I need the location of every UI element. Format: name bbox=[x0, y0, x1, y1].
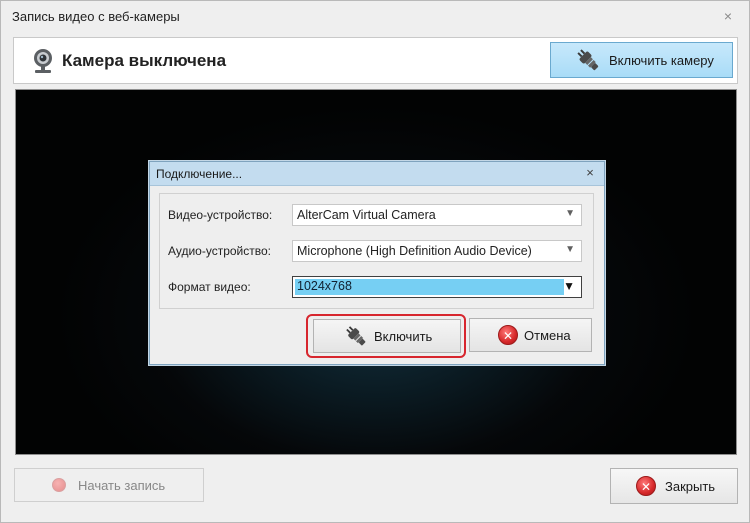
webcam-recording-window: Запись видео с веб-камеры × Камера выклю… bbox=[0, 0, 750, 523]
device-settings-panel: Видео-устройство: AlterCam Virtual Camer… bbox=[159, 193, 594, 309]
dialog-title: Подключение... bbox=[156, 167, 243, 181]
start-recording-button[interactable]: Начать запись bbox=[14, 468, 204, 502]
enable-camera-label: Включить камеру bbox=[609, 52, 714, 68]
camera-status-panel: Камера выключена Включить камеру bbox=[13, 37, 738, 84]
video-format-select[interactable]: 1024x768 ▼ bbox=[292, 276, 582, 298]
close-button-label: Закрыть bbox=[665, 478, 716, 494]
webcam-icon bbox=[34, 49, 52, 73]
video-device-value: AlterCam Virtual Camera bbox=[297, 208, 436, 222]
dropdown-arrow-icon[interactable]: ▼ bbox=[565, 208, 575, 219]
video-format-label: Формат видео: bbox=[168, 280, 251, 294]
plug-icon bbox=[577, 49, 599, 71]
video-device-label: Видео-устройство: bbox=[168, 208, 273, 222]
video-format-value: 1024x768 bbox=[297, 279, 352, 293]
connection-dialog: Подключение... × Видео-устройство: Alter… bbox=[149, 161, 605, 365]
cancel-button-label: Отмена bbox=[524, 327, 571, 343]
plug-icon bbox=[346, 326, 366, 346]
cancel-icon: ✕ bbox=[498, 325, 518, 345]
audio-device-value: Microphone (High Definition Audio Device… bbox=[297, 244, 532, 258]
close-button[interactable]: ✕ Закрыть bbox=[610, 468, 738, 504]
enable-camera-button[interactable]: Включить камеру bbox=[550, 42, 733, 78]
close-icon: ✕ bbox=[636, 476, 656, 496]
title-bar[interactable]: Запись видео с веб-камеры × bbox=[1, 1, 749, 33]
audio-device-label: Аудио-устройство: bbox=[168, 244, 272, 258]
connect-button[interactable]: Включить bbox=[313, 319, 461, 353]
window-close-icon[interactable]: × bbox=[719, 7, 737, 25]
video-device-select[interactable]: AlterCam Virtual Camera ▼ bbox=[292, 204, 582, 226]
window-title: Запись видео с веб-камеры bbox=[12, 9, 180, 24]
dropdown-arrow-icon[interactable]: ▼ bbox=[565, 244, 575, 255]
audio-device-select[interactable]: Microphone (High Definition Audio Device… bbox=[292, 240, 582, 262]
dropdown-arrow-icon[interactable]: ▼ bbox=[563, 279, 575, 293]
dialog-title-bar[interactable]: Подключение... × bbox=[150, 162, 604, 186]
camera-status-title: Камера выключена bbox=[62, 51, 227, 70]
connect-button-label: Включить bbox=[374, 328, 433, 344]
record-icon bbox=[52, 478, 66, 492]
dialog-close-icon[interactable]: × bbox=[582, 165, 598, 181]
start-recording-label: Начать запись bbox=[78, 477, 166, 493]
cancel-button[interactable]: ✕ Отмена bbox=[469, 318, 592, 352]
